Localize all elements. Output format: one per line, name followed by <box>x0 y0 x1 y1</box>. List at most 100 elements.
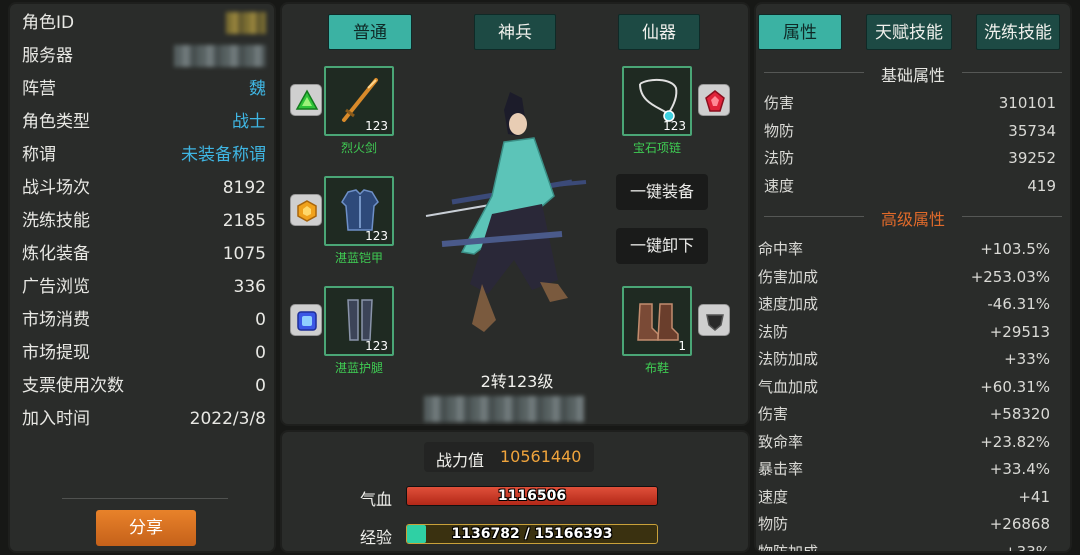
green-gem-icon[interactable] <box>290 84 322 116</box>
slot-boots-level: 1 <box>678 339 686 353</box>
orange-gem-icon[interactable] <box>290 194 322 226</box>
slot-leggings[interactable]: 123 <box>324 286 394 356</box>
faction-label: 阵营 <box>22 79 56 99</box>
attribute-value: +23.82% <box>980 432 1050 451</box>
attribute-row: 伤害加成 +253.03% <box>758 264 1054 290</box>
market-withdraw-label: 市场提现 <box>22 343 90 363</box>
ads-label: 广告浏览 <box>22 277 90 297</box>
attribute-row: 物防 +26868 <box>758 511 1054 537</box>
hp-label: 气血 <box>360 490 393 509</box>
attribute-row: 物防加成 +33% <box>758 539 1054 553</box>
attribute-value: +103.5% <box>980 240 1050 258</box>
blue-gem-icon[interactable] <box>290 304 322 336</box>
exp-bar: 1136782 / 15166393 <box>406 524 658 544</box>
slot-armor-name: 湛蓝铠甲 <box>334 251 383 265</box>
battles-value: 8192 <box>222 178 266 198</box>
attribute-name: 命中率 <box>758 240 804 258</box>
dark-gem-icon[interactable] <box>698 304 730 336</box>
tab-immortal-artifact[interactable]: 仙器 <box>618 14 700 50</box>
join-date-value: 2022/3/8 <box>189 409 266 429</box>
advanced-attributes-title: 高级属性 <box>880 210 945 229</box>
slot-boots-name: 布鞋 <box>644 361 669 375</box>
character-figure <box>425 92 587 332</box>
attribute-value: 419 <box>1027 176 1056 195</box>
attribute-row: 暴击率 +33.4% <box>758 456 1054 482</box>
row-checks: 支票使用次数 0 <box>22 371 272 401</box>
slot-boots[interactable]: 1 <box>622 286 692 356</box>
attribute-name: 伤害 <box>758 405 789 423</box>
role-type-label: 角色类型 <box>22 112 90 132</box>
title-value: 未装备称谓 <box>181 145 266 165</box>
attribute-name: 速度加成 <box>758 295 819 313</box>
attribute-value: +33.4% <box>989 460 1050 478</box>
attribute-name: 伤害加成 <box>758 267 819 286</box>
tab-divine-weapon[interactable]: 神兵 <box>474 14 556 50</box>
attribute-row: 伤害 +58320 <box>758 401 1054 427</box>
attribute-row: 法防加成 +33% <box>758 346 1054 372</box>
attribute-value: +253.03% <box>970 267 1050 286</box>
share-button[interactable]: 分享 <box>96 510 196 546</box>
slot-weapon[interactable]: 123 <box>324 66 394 136</box>
slot-weapon-level: 123 <box>365 119 388 133</box>
role-type-value: 战士 <box>232 112 266 132</box>
attribute-row: 致命率 +23.82% <box>758 429 1054 455</box>
server-redacted <box>174 45 266 67</box>
slot-necklace[interactable]: 123 <box>622 66 692 136</box>
attribute-value: +33% <box>1004 542 1050 553</box>
refine-skills-value: 2185 <box>222 211 266 231</box>
attribute-name: 速度 <box>758 487 789 506</box>
market-spend-label: 市场消费 <box>22 310 90 330</box>
attribute-row: 速度加成 -46.31% <box>758 291 1054 317</box>
character-info-panel: 角色ID 服务器 阵营 魏 角色类型 战士 称谓 未装备称谓 战斗场次 8192… <box>8 2 276 553</box>
attribute-row: 法防 +29513 <box>758 319 1054 345</box>
attribute-value: +58320 <box>989 405 1050 423</box>
divider <box>62 498 228 499</box>
attribute-value: +41 <box>1018 487 1050 506</box>
row-faction: 阵营 魏 <box>22 74 272 104</box>
hp-bar: 1116506 <box>406 486 658 506</box>
attribute-name: 法防加成 <box>758 350 819 368</box>
attribute-name: 速度 <box>764 176 795 195</box>
basic-attributes-title: 基础属性 <box>880 66 945 85</box>
checks-value: 0 <box>255 376 266 396</box>
tab-normal[interactable]: 普通 <box>328 14 412 50</box>
attribute-value: 310101 <box>998 94 1056 112</box>
attribute-name: 物防 <box>764 121 795 140</box>
slot-necklace-level: 123 <box>663 119 686 133</box>
attribute-row: 物防 35734 <box>764 118 1060 144</box>
attribute-value: 35734 <box>1008 121 1056 140</box>
unequip-all-button[interactable]: 一键卸下 <box>616 228 708 264</box>
row-role-id: 角色ID <box>22 8 272 38</box>
role-id-redacted <box>226 12 266 34</box>
attribute-value: -46.31% <box>987 295 1050 313</box>
equipment-panel: 普通 神兵 仙器 123 烈火剑 123 湛蓝铠甲 123 湛蓝护腿 123 宝… <box>280 2 750 426</box>
attribute-value: +26868 <box>989 515 1050 533</box>
checks-label: 支票使用次数 <box>22 376 124 396</box>
tab-talent-skills[interactable]: 天赋技能 <box>866 14 952 50</box>
red-gem-icon[interactable] <box>698 84 730 116</box>
battles-label: 战斗场次 <box>22 178 90 198</box>
row-join-date: 加入时间 2022/3/8 <box>22 404 272 434</box>
join-date-label: 加入时间 <box>22 409 90 429</box>
attribute-value: +33% <box>1004 350 1050 368</box>
power-box: 战力值 10561440 <box>424 442 594 472</box>
character-level: 2转123级 <box>480 372 554 391</box>
basic-line-right <box>962 72 1062 73</box>
character-name-redacted <box>424 396 584 422</box>
slot-armor[interactable]: 123 <box>324 176 394 246</box>
slot-leggings-level: 123 <box>365 339 388 353</box>
attribute-row: 命中率 +103.5% <box>758 236 1054 262</box>
attribute-name: 物防加成 <box>758 542 819 553</box>
row-market-spend: 市场消费 0 <box>22 305 272 335</box>
smelt-label: 炼化装备 <box>22 244 90 264</box>
row-server: 服务器 <box>22 41 272 71</box>
attribute-row: 法防 39252 <box>764 145 1060 171</box>
equip-all-button[interactable]: 一键装备 <box>616 174 708 210</box>
attribute-value: 39252 <box>1008 149 1056 167</box>
tab-refine-skills[interactable]: 洗练技能 <box>976 14 1060 50</box>
tab-attributes[interactable]: 属性 <box>758 14 842 50</box>
attribute-name: 法防 <box>758 322 789 341</box>
attribute-value: +29513 <box>989 322 1050 341</box>
attribute-row: 速度 +41 <box>758 484 1054 510</box>
attribute-name: 气血加成 <box>758 377 819 396</box>
